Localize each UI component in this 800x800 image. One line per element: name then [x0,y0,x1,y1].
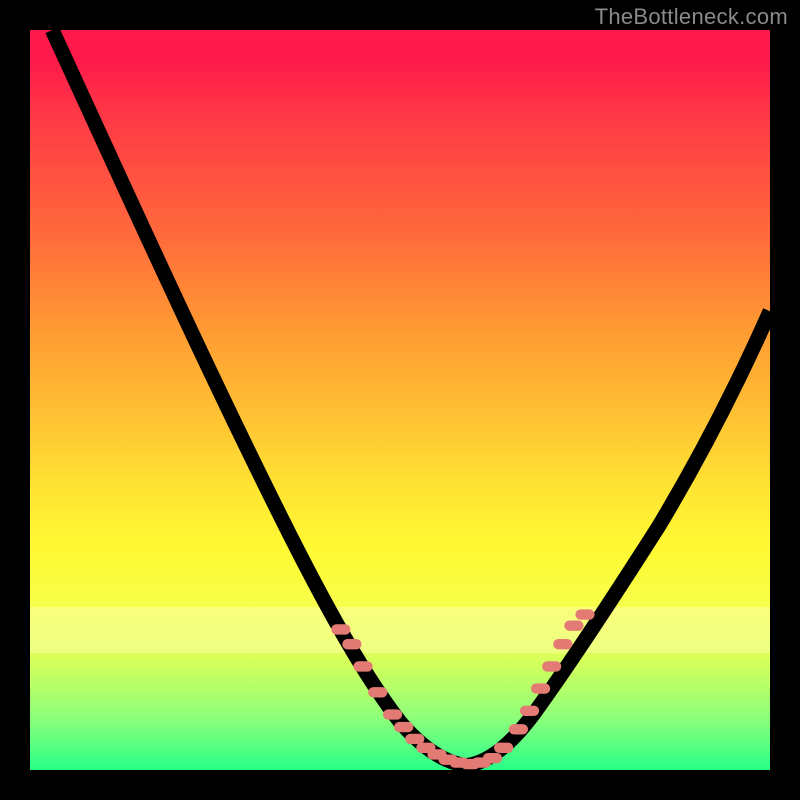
optimum-dot [383,709,402,719]
optimum-dot [483,753,502,763]
optimum-dot [531,683,550,693]
optimum-dot [394,722,413,732]
optimum-dot [494,743,513,753]
optimum-dot [575,609,594,619]
optimum-dot [405,734,424,744]
optimum-dot [542,661,561,671]
optimum-dot [342,639,361,649]
optimum-dot [509,724,528,734]
optimum-dot [368,687,387,697]
optimum-dot [520,706,539,716]
optimum-dot [331,624,350,634]
chart-frame [30,30,770,770]
watermark-text: TheBottleneck.com [595,4,788,30]
chart-svg [30,30,770,770]
optimum-dot [553,639,572,649]
bottleneck-curve [52,30,770,766]
optimum-dot [564,621,583,631]
optimum-dot [353,661,372,671]
